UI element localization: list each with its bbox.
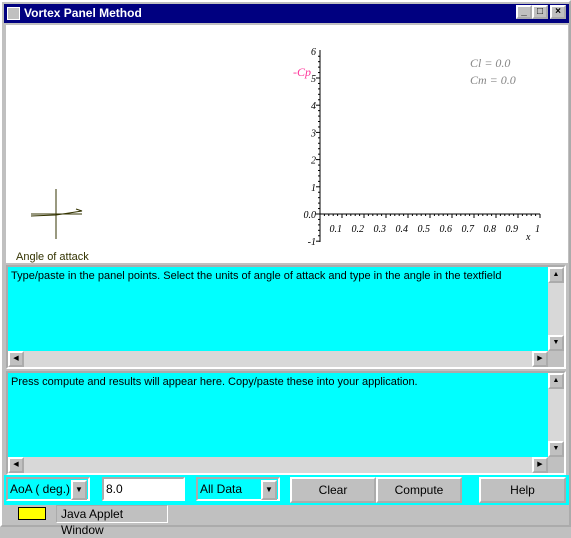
x-tick-label: 0.4 [396,224,409,235]
x-tick-label: 0.1 [330,224,343,235]
cp-plot: Angle of attack 6 5 4 3 2 1 0.0 -1 0.1 0.2 0.3 0.4 0… [16,47,541,263]
scroll-down-button[interactable]: ▼ [548,335,564,351]
cm-readout: Cm = 0.0 [470,73,516,87]
compute-button[interactable]: Compute [376,477,462,503]
scroll-up-button[interactable]: ▲ [548,267,564,283]
x-axis-label: x [525,232,531,243]
status-bar: Java Applet Window [56,505,168,537]
vertical-scrollbar[interactable]: ▲ ▼ [548,267,564,351]
scroll-right-button[interactable]: ▶ [532,351,548,367]
y-tick-label: 1 [311,183,316,194]
y-tick-label: 6 [311,47,316,58]
horizontal-scrollbar[interactable]: ◀ ▶ [8,457,548,473]
horizontal-scrollbar[interactable]: ◀ ▶ [8,351,548,367]
x-tick-label: 0.6 [440,224,453,235]
applet-window: Vortex Panel Method _ □ × Angle of attac… [0,0,571,537]
scroll-down-button[interactable]: ▼ [548,441,564,457]
x-tick-label: 0.2 [352,224,365,235]
input-text: Type/paste in the panel points. Select t… [11,270,502,282]
scroll-left-button[interactable]: ◀ [8,457,24,473]
x-tick-label: 0.7 [462,224,476,235]
angle-input[interactable]: 8.0 [102,477,185,501]
y-tick-label: 5 [311,74,316,85]
app-icon [7,7,20,20]
x-tick-label: 0.8 [484,224,497,235]
close-button[interactable]: × [550,5,566,19]
java-applet-icon [18,507,46,520]
plot-canvas: Angle of attack 6 5 4 3 2 1 0.0 -1 0.1 0.2 0.3 0.4 0… [6,25,568,263]
output-select[interactable]: All Data ▼ [196,477,280,501]
results-textarea[interactable]: Press compute and results will appear he… [6,371,566,475]
angle-of-attack-label: Angle of attack [16,251,89,263]
chevron-down-icon[interactable]: ▼ [71,480,87,500]
x-tick-label: 0.3 [374,224,387,235]
y-axis-label: -Cp [293,65,311,79]
panel-points-textarea[interactable]: Type/paste in the panel points. Select t… [6,265,566,369]
x-tick-label: 0.9 [506,224,519,235]
window-title: Vortex Panel Method [24,6,142,20]
help-button[interactable]: Help [479,477,566,503]
angle-indicator [30,189,83,239]
y-tick-label: 0.0 [304,210,317,221]
clear-button[interactable]: Clear [290,477,376,503]
scroll-up-button[interactable]: ▲ [548,373,564,389]
chevron-down-icon[interactable]: ▼ [261,480,277,500]
x-tick-label: 0.5 [418,224,431,235]
y-tick-label: 2 [311,156,316,167]
scroll-left-button[interactable]: ◀ [8,351,24,367]
minimize-button[interactable]: _ [516,5,532,19]
y-tick-label: 4 [311,101,316,112]
cl-readout: Cl = 0.0 [470,56,510,70]
title-bar: Vortex Panel Method [4,4,569,23]
units-select[interactable]: AoA ( deg.) ▼ [6,477,90,501]
units-value: AoA ( deg.) [10,482,71,496]
y-tick-label: 3 [310,128,316,139]
y-tick-label: -1 [308,237,316,248]
maximize-button[interactable]: □ [532,5,548,19]
vertical-scrollbar[interactable]: ▲ ▼ [548,373,564,457]
scroll-right-button[interactable]: ▶ [532,457,548,473]
output-text: Press compute and results will appear he… [11,376,418,388]
output-value: All Data [200,482,243,496]
x-tick-label: 1 [535,224,540,235]
